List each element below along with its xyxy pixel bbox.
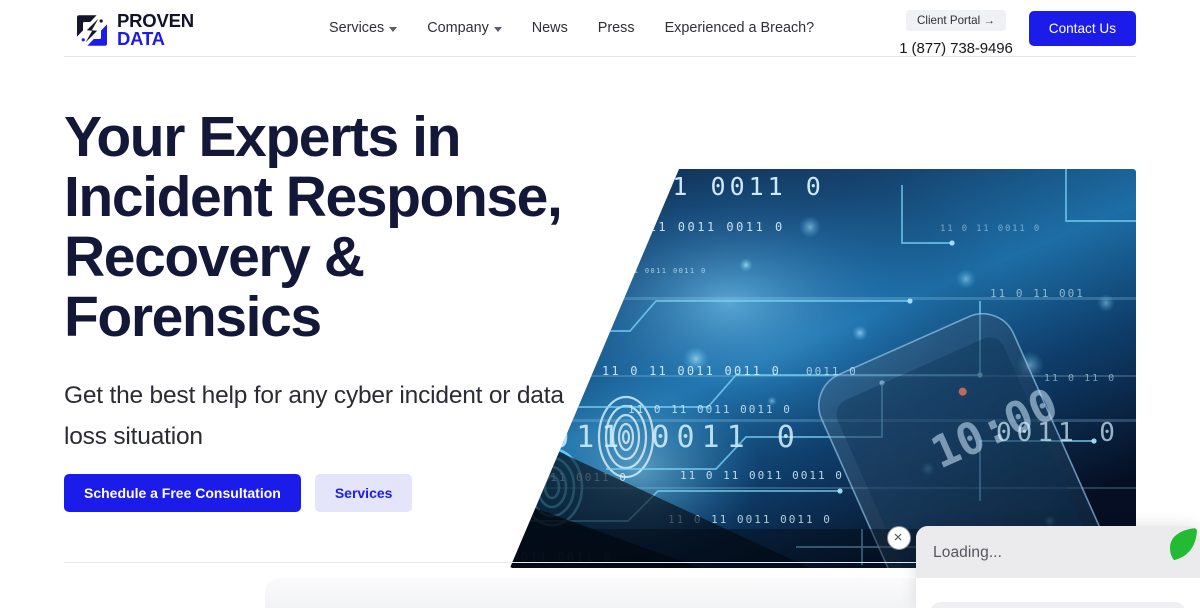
svg-text:0011 0: 0011 0 xyxy=(996,418,1120,448)
nav-item-press-label: Press xyxy=(597,20,635,36)
svg-text:11 0 11 0011 0011 0: 11 0 11 0011 0011 0 xyxy=(680,469,844,482)
page-root: PROVEN DATA Services Company News Press … xyxy=(0,0,1200,608)
contact-us-button[interactable]: Contact Us xyxy=(1028,11,1136,46)
phone-number-link[interactable]: 1 (877) 738-9496 xyxy=(899,40,1013,57)
nav-item-services[interactable]: Services xyxy=(329,18,414,38)
proven-data-shield-logo-icon xyxy=(75,14,109,47)
green-leaf-icon xyxy=(1156,526,1200,570)
hero-title-line-4: Forensics xyxy=(64,285,322,349)
svg-text:0011 0: 0011 0 xyxy=(806,365,858,378)
nav-item-news-label: News xyxy=(531,20,568,36)
hero-cta-group: Schedule a Free Consultation Services xyxy=(64,474,413,512)
site-header: PROVEN DATA Services Company News Press … xyxy=(0,0,1200,57)
nav-item-company[interactable]: Company xyxy=(427,18,519,38)
svg-text:11 0 11 0: 11 0 11 0 xyxy=(1044,373,1116,384)
nav-item-experienced-a-breach-label: Experienced a Breach? xyxy=(664,20,815,36)
header-contact-stack: Client Portal → 1 (877) 738-9496 xyxy=(899,8,1013,57)
chat-widget-header: Loading... xyxy=(916,526,1200,578)
page-title: Your Experts in Incident Response, Recov… xyxy=(64,107,624,347)
chat-widget[interactable]: Loading... xyxy=(916,526,1200,608)
svg-text:11 0 11 0011 0011 0: 11 0 11 0011 0011 0 xyxy=(628,403,792,416)
chat-close-button[interactable] xyxy=(887,526,911,550)
chat-message-placeholder xyxy=(930,602,1186,608)
hero-title-line-1: Your Experts in xyxy=(64,105,461,169)
hero-title-line-3: Recovery & xyxy=(64,225,365,289)
svg-text:11 0 11 0011 0011 0: 11 0 11 0011 0011 0 xyxy=(600,220,785,234)
brand-logo[interactable]: PROVEN DATA xyxy=(75,11,194,50)
primary-navigation: Services Company News Press Experienced … xyxy=(329,18,844,38)
hero-section: Your Experts in Incident Response, Recov… xyxy=(0,57,1200,568)
nav-item-services-label: Services xyxy=(329,20,385,36)
services-button[interactable]: Services xyxy=(314,474,413,512)
chevron-down-icon xyxy=(493,26,502,32)
schedule-consultation-button[interactable]: Schedule a Free Consultation xyxy=(64,474,301,512)
client-portal-link[interactable]: Client Portal → xyxy=(906,10,1006,31)
nav-item-press[interactable]: Press xyxy=(598,18,635,38)
nav-item-news[interactable]: News xyxy=(532,18,568,38)
svg-text:11 0 11 0011 0: 11 0 11 0011 0 xyxy=(940,224,1041,234)
header-actions: Client Portal → 1 (877) 738-9496 Contact… xyxy=(899,8,1136,57)
nav-item-company-label: Company xyxy=(427,20,489,36)
nav-item-experienced-a-breach[interactable]: Experienced a Breach? xyxy=(665,18,815,38)
hero-title-line-2: Incident Response, xyxy=(64,165,563,229)
brand-name-line-2: DATA xyxy=(117,28,165,50)
chat-widget-body xyxy=(916,578,1200,608)
chat-status-text: Loading... xyxy=(933,544,1003,561)
chevron-down-icon xyxy=(389,26,398,32)
svg-text:11 0 11 001: 11 0 11 001 xyxy=(990,287,1085,300)
hero-subtitle: Get the best help for any cyber incident… xyxy=(64,382,564,450)
svg-text:11 0 11 0011 0011 0: 11 0 11 0011 0011 0 xyxy=(602,364,781,378)
brand-wordmark: PROVEN DATA xyxy=(117,11,194,50)
